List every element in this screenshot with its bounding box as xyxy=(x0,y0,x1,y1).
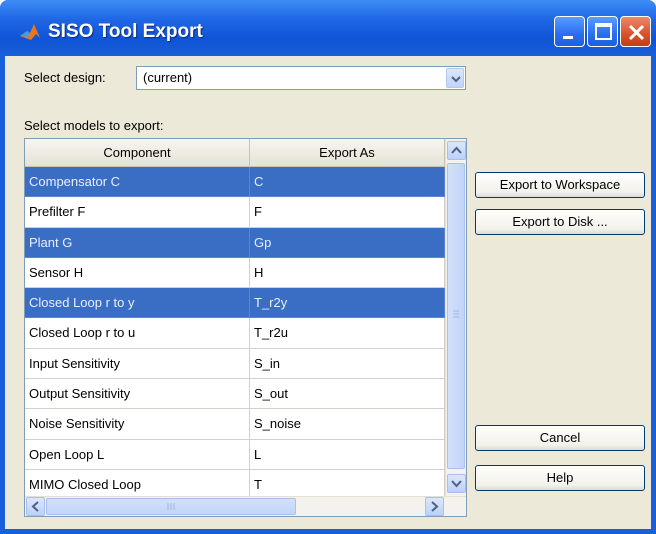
scroll-down-button[interactable] xyxy=(447,474,466,493)
help-button[interactable]: Help xyxy=(475,465,645,491)
chevron-right-icon xyxy=(431,501,439,512)
horizontal-scroll-thumb[interactable] xyxy=(46,498,296,515)
export-to-workspace-button[interactable]: Export to Workspace xyxy=(475,172,645,198)
table-header: Component Export As xyxy=(25,139,445,167)
table-row[interactable]: Closed Loop r to u T_r2u xyxy=(25,318,445,349)
chevron-down-icon xyxy=(451,76,461,83)
close-button[interactable] xyxy=(620,16,651,47)
dialog-window: SISO Tool Export Select design: (current… xyxy=(0,0,656,534)
component-cell[interactable]: Plant G xyxy=(25,227,250,258)
table-row[interactable]: Compensator CC xyxy=(25,167,445,198)
table-body: Compensator C C Prefilter F F Plant G Gp Senso… xyxy=(25,167,445,501)
table-row[interactable]: Open Loop LL xyxy=(25,439,445,470)
export-as-cell[interactable]: F xyxy=(250,197,445,228)
export-as-cell[interactable]: T_r2y xyxy=(250,288,445,319)
export-as-cell[interactable]: L xyxy=(250,439,445,470)
design-dropdown[interactable]: (current) xyxy=(136,66,466,90)
maximize-button[interactable] xyxy=(587,16,618,47)
column-header-export-as[interactable]: Export As xyxy=(250,139,445,167)
scroll-left-button[interactable] xyxy=(26,497,45,516)
vertical-scroll-thumb[interactable] xyxy=(447,163,465,469)
horizontal-scrollbar[interactable] xyxy=(25,496,466,516)
table-row[interactable]: Noise Sensitivity S_noise xyxy=(25,409,445,440)
table-row[interactable]: Output Sensitivity S_out xyxy=(25,379,445,410)
component-cell[interactable]: Input Sensitivity xyxy=(25,348,250,380)
chevron-left-icon xyxy=(31,501,39,512)
export-to-disk-button[interactable]: Export to Disk ... xyxy=(475,209,645,235)
component-cell[interactable]: Sensor H xyxy=(25,257,250,289)
component-cell[interactable]: Prefilter F xyxy=(25,197,250,228)
window-title: SISO Tool Export xyxy=(48,21,203,42)
table-row[interactable]: Closed Loop r to y T_r2y xyxy=(25,288,445,319)
matlab-logo-icon xyxy=(20,24,40,40)
design-dropdown-value: (current) xyxy=(143,70,193,85)
grip-icon xyxy=(453,310,459,318)
component-cell[interactable]: Closed Loop r to y xyxy=(25,288,250,319)
minimize-icon xyxy=(563,36,573,39)
column-header-component[interactable]: Component xyxy=(25,139,250,167)
export-as-cell[interactable]: H xyxy=(250,257,445,289)
chevron-down-icon xyxy=(451,480,462,488)
scroll-up-button[interactable] xyxy=(447,141,466,160)
scroll-right-button[interactable] xyxy=(425,497,444,516)
grip-icon xyxy=(167,503,175,510)
close-icon xyxy=(628,24,645,41)
export-as-cell[interactable]: C xyxy=(250,167,445,198)
export-as-cell[interactable]: S_out xyxy=(250,379,445,410)
minimize-button[interactable] xyxy=(554,16,585,47)
maximize-icon xyxy=(595,23,612,40)
chevron-up-icon xyxy=(451,146,462,154)
select-design-label: Select design: xyxy=(24,70,106,85)
export-as-cell[interactable]: Gp xyxy=(250,227,445,258)
cancel-button[interactable]: Cancel xyxy=(475,425,645,451)
export-as-cell[interactable]: T_r2u xyxy=(250,318,445,349)
table-row[interactable]: Prefilter FF xyxy=(25,197,445,228)
dialog-body: Select design: (current) Select models t… xyxy=(5,56,651,529)
models-label: Select models to export: xyxy=(24,118,164,133)
vertical-scrollbar[interactable] xyxy=(445,139,466,496)
component-cell[interactable]: Compensator C xyxy=(25,167,250,198)
export-as-cell[interactable]: S_noise xyxy=(250,409,445,440)
table-row[interactable]: Input Sensitivity S_in xyxy=(25,348,445,380)
export-as-cell[interactable]: S_in xyxy=(250,348,445,380)
component-cell[interactable]: Noise Sensitivity xyxy=(25,409,250,440)
models-table[interactable]: Component Export As Compensator C C Prefil… xyxy=(24,138,467,517)
title-bar[interactable]: SISO Tool Export xyxy=(0,0,656,56)
component-cell[interactable]: Closed Loop r to u xyxy=(25,318,250,349)
table-row[interactable]: Sensor HH xyxy=(25,257,445,289)
table-row[interactable]: Plant G Gp xyxy=(25,227,445,258)
component-cell[interactable]: Output Sensitivity xyxy=(25,379,250,410)
component-cell[interactable]: Open Loop L xyxy=(25,439,250,470)
dropdown-button[interactable] xyxy=(446,68,464,88)
